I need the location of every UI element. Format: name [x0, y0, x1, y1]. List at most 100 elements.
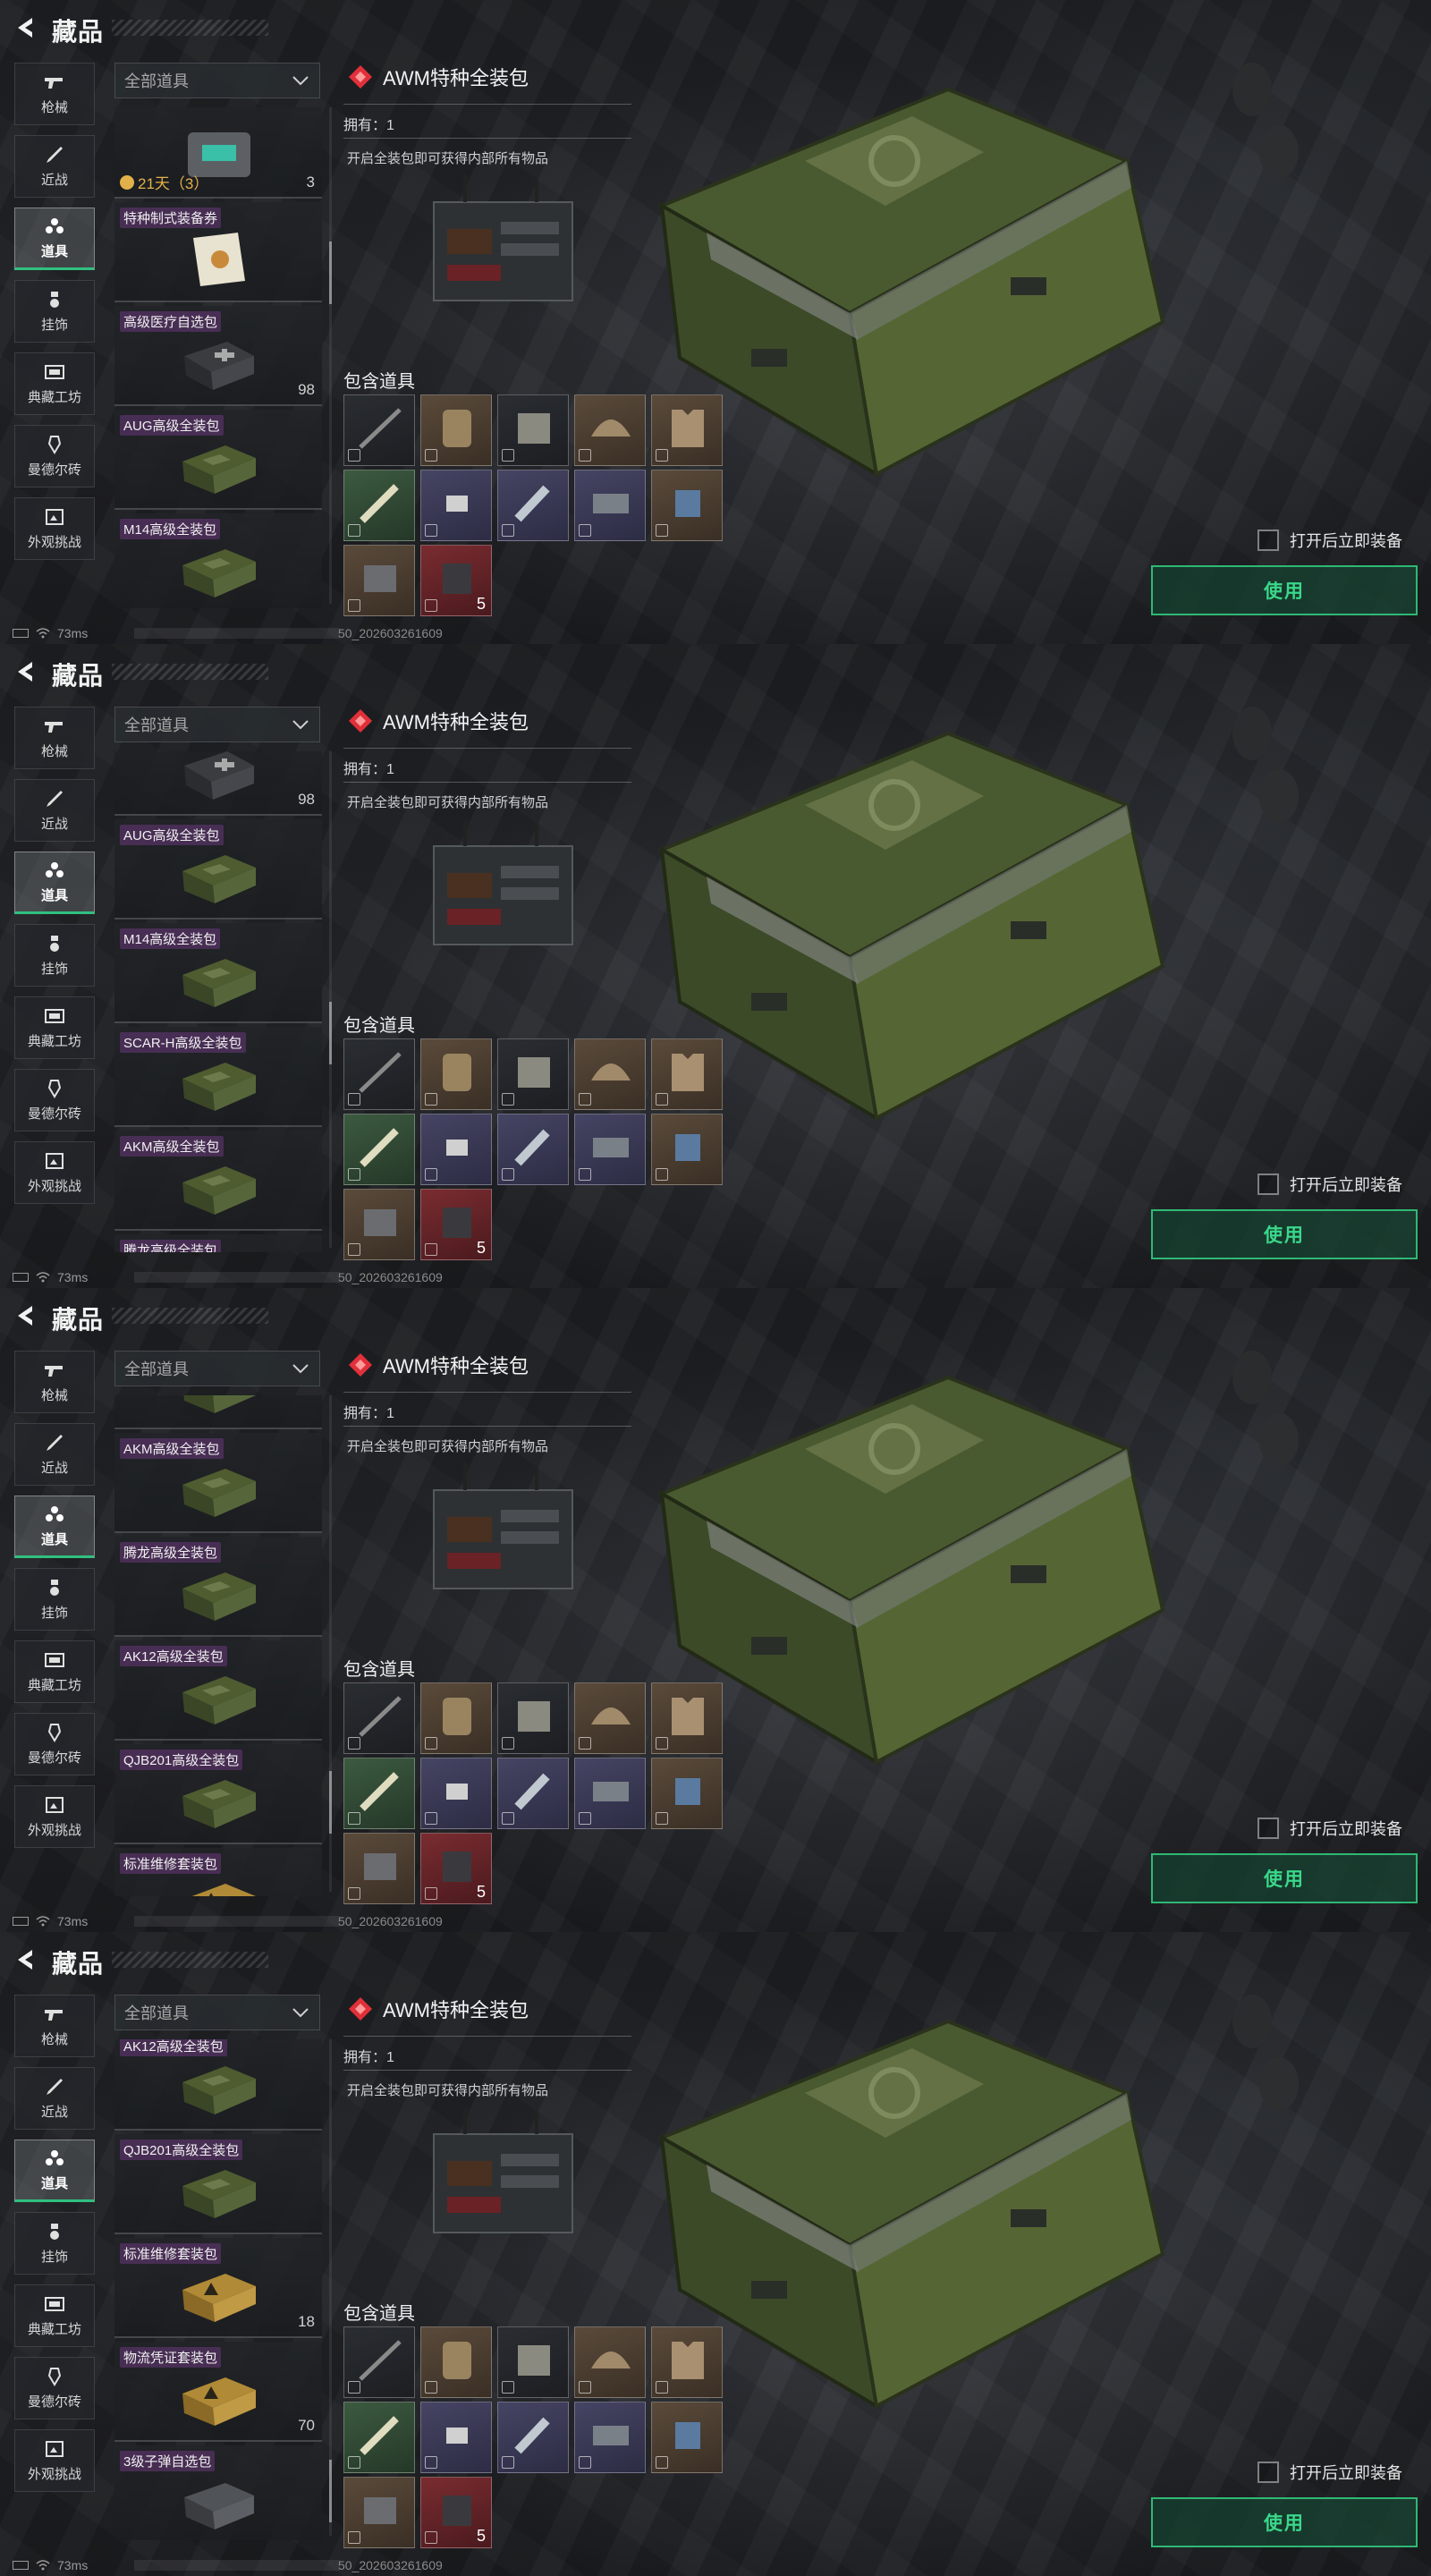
- sidebar-item-gun[interactable]: 枪械: [14, 1995, 95, 2057]
- content-item-armor-vest[interactable]: [651, 1682, 723, 1754]
- back-arrow-icon[interactable]: [13, 658, 39, 685]
- content-item-bandage[interactable]: [420, 1114, 492, 1185]
- scrollbar-thumb[interactable]: [329, 242, 332, 304]
- list-item[interactable]: AUG高级全装包: [114, 819, 322, 919]
- list-item[interactable]: 21天（3） 3: [114, 107, 322, 199]
- sidebar-item-challenge[interactable]: 外观挑战: [14, 497, 95, 560]
- content-item-ammo-case[interactable]: 5: [420, 545, 492, 616]
- sidebar-item-knife[interactable]: 近战: [14, 1423, 95, 1486]
- list-item[interactable]: 高级医疗自选包 98: [114, 306, 322, 406]
- sidebar-item-items[interactable]: 道具: [14, 1496, 95, 1558]
- content-item-med-kit[interactable]: [343, 1189, 415, 1260]
- sidebar-item-challenge[interactable]: 外观挑战: [14, 1785, 95, 1848]
- list-item[interactable]: AK12高级全装包: [114, 1640, 322, 1741]
- content-item-armor-vest[interactable]: [651, 394, 723, 466]
- list-item[interactable]: 特种制式装备券: [114, 202, 322, 302]
- content-item-helmet[interactable]: [574, 394, 646, 466]
- content-item-armor-vest[interactable]: [651, 2326, 723, 2398]
- content-item-backpack[interactable]: [420, 1682, 492, 1754]
- list-item[interactable]: AKM高级全装包: [114, 1131, 322, 1231]
- list-item[interactable]: 标准维修套装包: [114, 1848, 322, 1896]
- list-scrollbar[interactable]: [329, 751, 332, 1248]
- content-item-bandage[interactable]: [420, 1758, 492, 1829]
- content-item-syringe[interactable]: [343, 470, 415, 541]
- category-filter-dropdown[interactable]: 全部道具: [114, 1351, 320, 1386]
- scrollbar-thumb[interactable]: [329, 1771, 332, 1834]
- scrollbar-thumb[interactable]: [329, 2460, 332, 2522]
- content-item-med-kit[interactable]: [343, 1833, 415, 1904]
- list-item[interactable]: 腾龙高级全装包: [114, 1537, 322, 1637]
- content-item-ammo-box[interactable]: [574, 1758, 646, 1829]
- sidebar-item-challenge[interactable]: 外观挑战: [14, 2429, 95, 2492]
- content-item-helmet[interactable]: [574, 1038, 646, 1110]
- sidebar-item-charm[interactable]: 挂饰: [14, 924, 95, 987]
- content-item-backpack[interactable]: [420, 1038, 492, 1110]
- content-item-ammo-pack[interactable]: [651, 2402, 723, 2473]
- list-item[interactable]: 3级子弹自选包: [114, 2445, 322, 2540]
- content-item-backpack[interactable]: [420, 394, 492, 466]
- auto-equip-option[interactable]: 打开后立即装备: [1257, 529, 1402, 552]
- list-item[interactable]: [114, 1395, 322, 1429]
- sidebar-item-workshop[interactable]: 典藏工坊: [14, 352, 95, 415]
- content-item-rifle[interactable]: [343, 2326, 415, 2398]
- list-item[interactable]: 98: [114, 751, 322, 816]
- auto-equip-checkbox[interactable]: [1257, 1174, 1279, 1195]
- list-item[interactable]: 腾龙高级全装包: [114, 1234, 322, 1252]
- auto-equip-checkbox[interactable]: [1257, 530, 1279, 551]
- auto-equip-checkbox[interactable]: [1257, 2462, 1279, 2483]
- sidebar-item-workshop[interactable]: 典藏工坊: [14, 996, 95, 1059]
- list-item[interactable]: 物流凭证套装包 70: [114, 2342, 322, 2442]
- sidebar-item-knife[interactable]: 近战: [14, 135, 95, 198]
- content-item-tourniquet[interactable]: [497, 1114, 569, 1185]
- content-item-ammo-box[interactable]: [574, 470, 646, 541]
- back-arrow-icon[interactable]: [13, 14, 39, 41]
- content-item-ammo-case[interactable]: 5: [420, 1189, 492, 1260]
- list-scrollbar[interactable]: [329, 2039, 332, 2536]
- use-button[interactable]: 使用: [1151, 565, 1418, 615]
- content-item-bandage[interactable]: [420, 470, 492, 541]
- sidebar-item-knife[interactable]: 近战: [14, 779, 95, 842]
- list-item[interactable]: AUG高级全装包: [114, 410, 322, 510]
- list-item[interactable]: 标准维修套装包 18: [114, 2238, 322, 2338]
- sidebar-item-items[interactable]: 道具: [14, 208, 95, 270]
- sidebar-item-challenge[interactable]: 外观挑战: [14, 1141, 95, 1204]
- content-item-helmet[interactable]: [574, 2326, 646, 2398]
- content-item-armor-vest[interactable]: [651, 1038, 723, 1110]
- content-item-med-kit[interactable]: [343, 2477, 415, 2548]
- sidebar-item-items[interactable]: 道具: [14, 2140, 95, 2202]
- sidebar-item-workshop[interactable]: 典藏工坊: [14, 1640, 95, 1703]
- content-item-chest-rig[interactable]: [497, 1038, 569, 1110]
- auto-equip-option[interactable]: 打开后立即装备: [1257, 1173, 1402, 1196]
- category-filter-dropdown[interactable]: 全部道具: [114, 1995, 320, 2030]
- sidebar-item-items[interactable]: 道具: [14, 852, 95, 914]
- sidebar-item-brick[interactable]: 曼德尔砖: [14, 425, 95, 487]
- content-item-rifle[interactable]: [343, 1038, 415, 1110]
- scrollbar-thumb[interactable]: [329, 1002, 332, 1064]
- use-button[interactable]: 使用: [1151, 1209, 1418, 1259]
- sidebar-item-charm[interactable]: 挂饰: [14, 1568, 95, 1631]
- sidebar-item-brick[interactable]: 曼德尔砖: [14, 1069, 95, 1131]
- list-scrollbar[interactable]: [329, 107, 332, 604]
- content-item-helmet[interactable]: [574, 1682, 646, 1754]
- content-item-ammo-pack[interactable]: [651, 470, 723, 541]
- sidebar-item-gun[interactable]: 枪械: [14, 707, 95, 769]
- list-item[interactable]: QJB201高级全装包: [114, 2134, 322, 2234]
- auto-equip-option[interactable]: 打开后立即装备: [1257, 1817, 1402, 1840]
- content-item-backpack[interactable]: [420, 2326, 492, 2398]
- content-item-rifle[interactable]: [343, 1682, 415, 1754]
- list-item[interactable]: QJB201高级全装包: [114, 1744, 322, 1844]
- content-item-syringe[interactable]: [343, 1114, 415, 1185]
- content-item-rifle[interactable]: [343, 394, 415, 466]
- list-item[interactable]: M14高级全装包: [114, 923, 322, 1023]
- sidebar-item-brick[interactable]: 曼德尔砖: [14, 2357, 95, 2419]
- sidebar-item-charm[interactable]: 挂饰: [14, 2212, 95, 2275]
- list-item[interactable]: SCAR-H高级全装包: [114, 1027, 322, 1127]
- use-button[interactable]: 使用: [1151, 1853, 1418, 1903]
- category-filter-dropdown[interactable]: 全部道具: [114, 63, 320, 98]
- sidebar-item-workshop[interactable]: 典藏工坊: [14, 2284, 95, 2347]
- list-item[interactable]: AKM高级全装包: [114, 1433, 322, 1533]
- back-arrow-icon[interactable]: [13, 1302, 39, 1329]
- content-item-med-kit[interactable]: [343, 545, 415, 616]
- content-item-ammo-case[interactable]: 5: [420, 1833, 492, 1904]
- list-item[interactable]: AK12高级全装包: [114, 2039, 322, 2131]
